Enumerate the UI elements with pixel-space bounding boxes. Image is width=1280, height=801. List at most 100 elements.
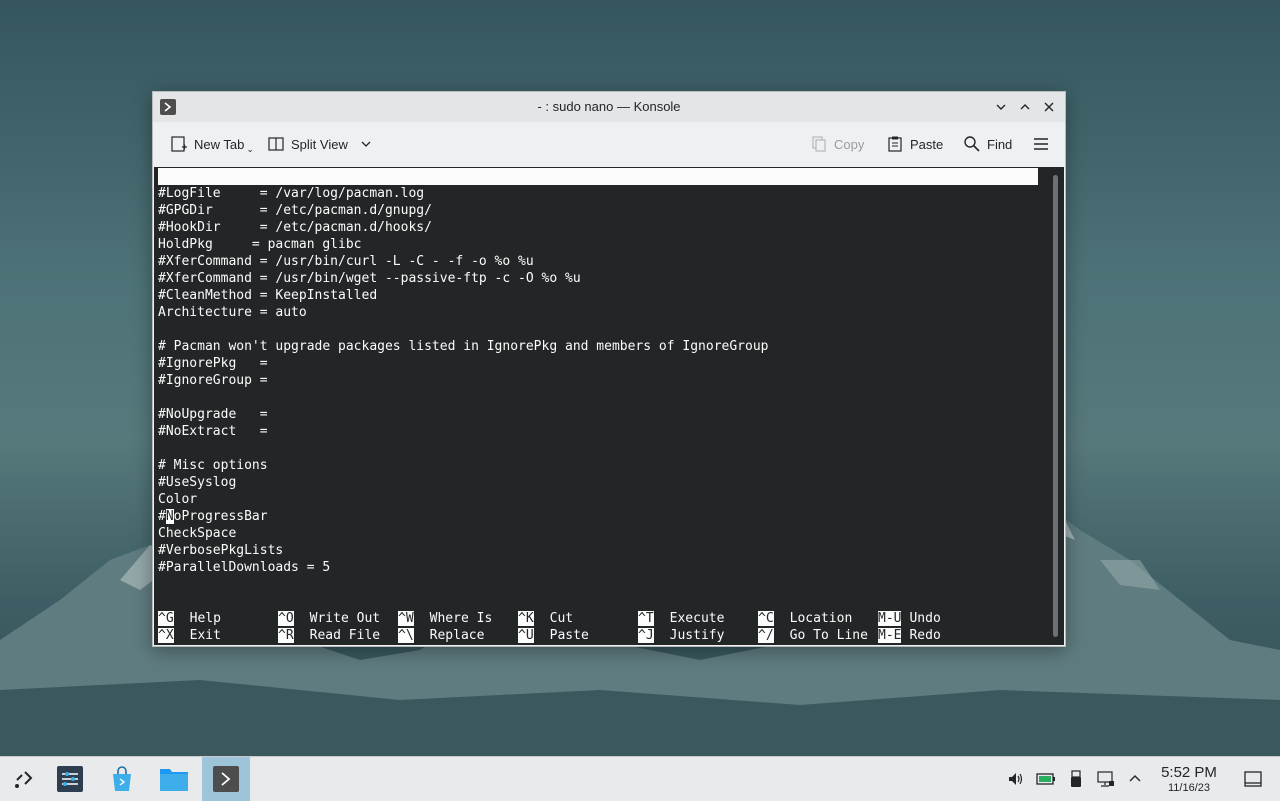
shortcut-key: ^J <box>638 628 654 643</box>
shortcut-key: ^/ <box>758 628 774 643</box>
shortcut-key: ^U <box>518 628 534 643</box>
editor-content[interactable]: #LogFile = /var/log/pacman.log #GPGDir = … <box>158 185 768 576</box>
editor-line[interactable]: Architecture = auto <box>158 304 768 321</box>
editor-line[interactable] <box>158 440 768 457</box>
editor-line[interactable]: #VerbosePkgLists <box>158 542 768 559</box>
shortcut-key: M-E <box>878 628 902 643</box>
main-toolbar: New Tab ⌄ Split View Copy Paste Find <box>153 122 1065 166</box>
system-settings-icon <box>57 766 83 792</box>
editor-line[interactable]: #ParallelDownloads = 5 <box>158 559 768 576</box>
shortcut-item: ^\ Replace <box>398 627 484 644</box>
editor-line[interactable]: #XferCommand = /usr/bin/wget --passive-f… <box>158 270 768 287</box>
shortcut-key: ^W <box>398 611 414 626</box>
new-tab-dropdown-icon[interactable]: ⌄ <box>246 144 254 155</box>
task-system-settings[interactable] <box>46 757 94 801</box>
shortcut-key: ^G <box>158 611 174 626</box>
hamburger-menu-button[interactable] <box>1032 132 1050 156</box>
split-view-label: Split View <box>291 136 348 152</box>
shortcut-item: ^T Execute <box>638 610 724 627</box>
shortcut-label: Help <box>189 611 221 626</box>
copy-label: Copy <box>834 136 865 152</box>
close-icon <box>1044 102 1054 112</box>
shortcut-label: Justify <box>669 628 725 643</box>
paste-button[interactable]: Paste <box>886 132 943 156</box>
volume-tray-button[interactable] <box>1006 769 1026 789</box>
editor-line[interactable]: CheckSpace <box>158 525 768 542</box>
find-label: Find <box>987 136 1013 152</box>
chevron-up-icon <box>1129 775 1141 782</box>
clock-time: 5:52 PM <box>1161 764 1217 781</box>
editor-line[interactable]: Color <box>158 491 768 508</box>
window-title: - : sudo nano — Konsole <box>537 99 681 114</box>
shortcut-label: Replace <box>429 628 485 643</box>
copy-button[interactable]: Copy <box>810 132 864 156</box>
application-launcher[interactable] <box>0 757 48 801</box>
editor-line[interactable]: #IgnorePkg = <box>158 355 768 372</box>
editor-line[interactable]: #GPGDir = /etc/pacman.d/gnupg/ <box>158 202 768 219</box>
konsole-icon <box>213 766 239 792</box>
maximize-button[interactable] <box>1016 98 1034 116</box>
split-view-icon <box>268 137 284 151</box>
minimize-button[interactable] <box>992 98 1010 116</box>
editor-line-cursor[interactable]: #NoProgressBar <box>158 508 768 525</box>
editor-line[interactable]: #XferCommand = /usr/bin/curl -L -C - -f … <box>158 253 768 270</box>
shortcut-item: ^/ Go To Line <box>758 627 868 644</box>
nano-title-bar: GNU nano 7.2 /etc/pacman.conf <box>158 168 1038 218</box>
file-manager-icon <box>160 769 188 791</box>
editor-line[interactable]: # Pacman won't upgrade packages listed i… <box>158 338 768 355</box>
tray-expand-button[interactable] <box>1125 769 1145 789</box>
shortcut-item: M-U Undo <box>878 610 941 627</box>
editor-line[interactable] <box>158 389 768 406</box>
close-button[interactable] <box>1040 98 1058 116</box>
usb-tray-button[interactable] <box>1066 769 1086 789</box>
find-button[interactable]: Find <box>963 132 1012 156</box>
editor-line[interactable]: #IgnoreGroup = <box>158 372 768 389</box>
battery-icon <box>1036 773 1055 785</box>
editor-line[interactable]: #CleanMethod = KeepInstalled <box>158 287 768 304</box>
editor-line[interactable] <box>158 321 768 338</box>
editor-line[interactable]: HoldPkg = pacman glibc <box>158 236 768 253</box>
shortcut-key: ^C <box>758 611 774 626</box>
shortcut-label: Write Out <box>309 611 381 626</box>
shortcut-item: ^G Help <box>158 610 221 627</box>
text-cursor: N <box>165 509 174 524</box>
shortcut-key: ^T <box>638 611 654 626</box>
paste-label: Paste <box>910 136 944 152</box>
shortcut-item: M-E Redo <box>878 627 941 644</box>
editor-line[interactable]: #NoUpgrade = <box>158 406 768 423</box>
editor-line[interactable]: #LogFile = /var/log/pacman.log <box>158 185 768 202</box>
shortcut-key: M-U <box>878 611 902 626</box>
task-file-manager[interactable] <box>150 757 198 801</box>
paste-icon <box>888 136 902 152</box>
editor-line[interactable]: #NoExtract = <box>158 423 768 440</box>
battery-tray-button[interactable] <box>1036 769 1056 789</box>
chevron-down-icon[interactable] <box>360 138 372 150</box>
chevron-up-icon <box>1020 104 1030 110</box>
terminal-scrollbar[interactable] <box>1053 175 1058 637</box>
show-desktop-button[interactable] <box>1243 769 1263 789</box>
shortcut-label: Redo <box>909 628 941 643</box>
network-tray-button[interactable] <box>1096 769 1116 789</box>
title-bar[interactable]: - : sudo nano — Konsole <box>153 92 1065 122</box>
editor-line[interactable]: # Misc options <box>158 457 768 474</box>
editor-line[interactable]: #HookDir = /etc/pacman.d/hooks/ <box>158 219 768 236</box>
shortcut-key: ^R <box>278 628 294 643</box>
shortcut-key: ^K <box>518 611 534 626</box>
new-tab-button[interactable]: New Tab ⌄ <box>170 132 254 156</box>
copy-icon <box>812 136 826 152</box>
shortcut-key: ^X <box>158 628 174 643</box>
task-konsole[interactable] <box>202 757 250 801</box>
editor-line[interactable]: #UseSyslog <box>158 474 768 491</box>
shortcut-item: ^U Paste <box>518 627 589 644</box>
shortcut-label: Undo <box>909 611 941 626</box>
terminal-view[interactable]: GNU nano 7.2 /etc/pacman.conf #LogFile =… <box>154 167 1064 645</box>
task-discover[interactable] <box>98 757 146 801</box>
shortcut-item: ^R Read File <box>278 627 380 644</box>
new-tab-icon <box>171 136 187 152</box>
split-view-button[interactable]: Split View <box>267 132 372 156</box>
shortcut-item: ^J Justify <box>638 627 724 644</box>
shortcut-item: ^O Write Out <box>278 610 380 627</box>
line-text: # <box>158 509 166 524</box>
digital-clock[interactable]: 5:52 PM 11/16/23 <box>1152 765 1226 795</box>
shortcut-item: ^X Exit <box>158 627 221 644</box>
